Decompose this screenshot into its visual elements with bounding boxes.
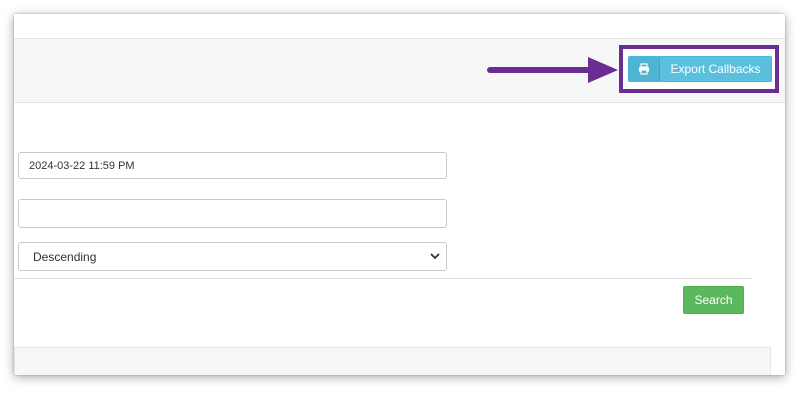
app-window: Export Callbacks 2024-03-22 11:59 PM Des… (14, 14, 785, 375)
results-panel (14, 347, 771, 375)
export-callbacks-button[interactable]: Export Callbacks (628, 56, 772, 82)
search-button[interactable]: Search (683, 286, 744, 314)
end-date-value: 2024-03-22 11:59 PM (29, 159, 135, 172)
printer-icon (629, 57, 660, 81)
sort-order-select[interactable]: Descending (18, 242, 447, 271)
annotation-arrow (487, 57, 618, 83)
search-label: Search (694, 293, 733, 307)
chevron-down-icon (430, 253, 440, 260)
end-date-input[interactable]: 2024-03-22 11:59 PM (18, 152, 447, 179)
sort-order-value: Descending (33, 249, 97, 264)
divider (14, 278, 752, 279)
export-callbacks-label: Export Callbacks (670, 62, 761, 76)
text-input[interactable] (18, 199, 447, 228)
